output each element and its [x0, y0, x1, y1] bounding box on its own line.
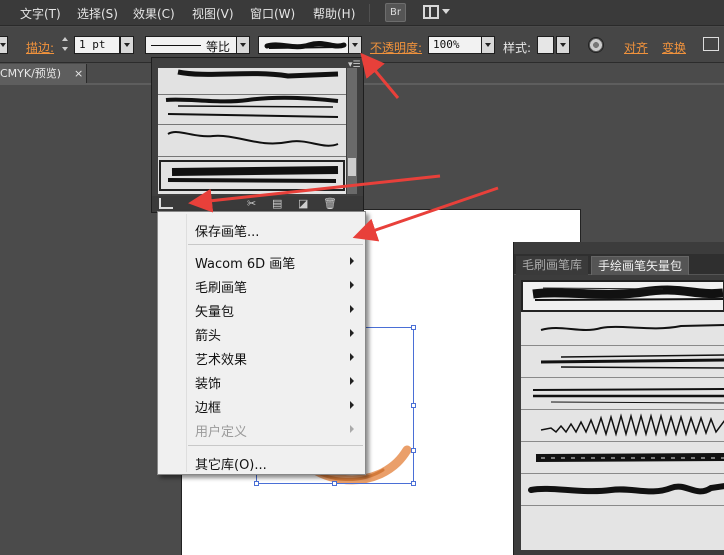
- library-brush-item[interactable]: [521, 474, 724, 506]
- stroke-weight-stepper[interactable]: [61, 36, 70, 54]
- resize-handle[interactable]: [411, 325, 416, 330]
- resize-handle[interactable]: [411, 481, 416, 486]
- menu-item-borders[interactable]: 边框: [195, 397, 221, 416]
- document-tab-label: CMYK/预览): [0, 67, 62, 80]
- menu-item-decorative[interactable]: 装饰: [195, 373, 221, 392]
- remove-stroke-icon[interactable]: ✂: [247, 197, 256, 210]
- chevron-right-icon: [350, 425, 354, 433]
- recolor-artwork-icon[interactable]: [588, 37, 604, 53]
- tab-hand-drawn-brush-pack[interactable]: 手绘画笔矢量包: [591, 256, 690, 275]
- close-icon[interactable]: ×: [74, 64, 83, 83]
- menu-item-artistic[interactable]: 艺术效果: [195, 349, 247, 368]
- selected-brush-item[interactable]: [159, 160, 345, 191]
- menu-divider: [369, 4, 370, 22]
- brush-preview: [532, 388, 724, 404]
- fill-dropdown[interactable]: [0, 36, 8, 54]
- brush-preview: [532, 285, 724, 301]
- row-divider: [158, 94, 346, 95]
- stroke-weight-dropdown[interactable]: [120, 36, 134, 54]
- brush-preview: [540, 324, 724, 331]
- brush-libraries-menu-icon[interactable]: [159, 198, 173, 209]
- bridge-button[interactable]: Br: [385, 3, 406, 22]
- scrollbar-thumb[interactable]: [348, 158, 356, 176]
- menu-item-arrows[interactable]: 箭头: [195, 325, 221, 344]
- options-icon[interactable]: ▤: [272, 197, 282, 210]
- brush-library-menu: 保存画笔... Wacom 6D 画笔 毛刷画笔 矢量包 箭头 艺术效果 装饰 …: [157, 211, 366, 475]
- brush-picker-panel: ▾☰ ✂ ▤ ◪ 🗑: [151, 57, 364, 213]
- arrange-documents-button[interactable]: [421, 3, 453, 22]
- library-brush-item[interactable]: [521, 378, 724, 410]
- menu-item-bristle-brushes[interactable]: 毛刷画笔: [195, 277, 247, 296]
- chevron-right-icon: [350, 305, 354, 313]
- row-divider: [158, 156, 346, 157]
- menu-bar: 文字(T) 选择(S) 效果(C) 视图(V) 窗口(W) 帮助(H) Br: [0, 0, 724, 26]
- menu-gutter: [186, 214, 187, 472]
- library-brush-list: [521, 280, 724, 550]
- menu-item-user-defined: 用户定义: [195, 425, 248, 440]
- variable-width-profile[interactable]: 等比: [145, 36, 249, 54]
- brush-picker-scrollbar[interactable]: [347, 68, 357, 194]
- layout-icon: [423, 5, 439, 19]
- menu-item-save-brushes[interactable]: 保存画笔...: [195, 221, 259, 240]
- document-tab[interactable]: CMYK/预览) ×: [0, 64, 87, 83]
- brush-preview: [528, 483, 724, 495]
- menu-view[interactable]: 视图(V): [192, 5, 234, 22]
- resize-handle[interactable]: [411, 403, 416, 408]
- chevron-down-icon: [442, 9, 450, 14]
- chevron-right-icon: [350, 353, 354, 361]
- library-tab-bar: 毛刷画笔库 手绘画笔矢量包: [514, 254, 724, 275]
- menu-separator: [188, 244, 363, 245]
- library-brush-item[interactable]: [521, 410, 724, 442]
- resize-handle[interactable]: [254, 481, 259, 486]
- transform-icon[interactable]: [703, 37, 719, 51]
- chevron-right-icon: [350, 281, 354, 289]
- library-brush-item[interactable]: [521, 346, 724, 378]
- opacity-label[interactable]: 不透明度:: [370, 39, 422, 56]
- row-divider: [158, 124, 346, 125]
- stroke-label[interactable]: 描边:: [26, 39, 54, 56]
- graphic-style-swatch[interactable]: [537, 36, 554, 54]
- chevron-right-icon: [350, 329, 354, 337]
- library-brush-item[interactable]: [521, 314, 724, 346]
- opacity-field[interactable]: 100%: [428, 36, 482, 54]
- tab-bristle-brush-library[interactable]: 毛刷画笔库: [516, 256, 589, 275]
- chevron-right-icon: [350, 257, 354, 265]
- menu-item-other-library[interactable]: 其它库(O)...: [195, 454, 267, 473]
- profile-line: [151, 45, 201, 46]
- delete-brush-icon[interactable]: 🗑: [323, 197, 337, 210]
- menu-help[interactable]: 帮助(H): [313, 5, 355, 22]
- brush-library-panel: 毛刷画笔库 手绘画笔矢量包: [513, 242, 724, 555]
- menu-select[interactable]: 选择(S): [77, 5, 118, 22]
- transform-link[interactable]: 变换: [662, 39, 686, 56]
- align-link[interactable]: 对齐: [624, 39, 648, 56]
- brush-picker-list: [158, 68, 346, 194]
- style-label: 样式:: [503, 41, 532, 55]
- chevron-right-icon: [350, 377, 354, 385]
- stroke-weight-field[interactable]: 1 pt: [74, 36, 120, 54]
- graphic-style-dropdown[interactable]: [556, 36, 570, 54]
- menu-window[interactable]: 窗口(W): [250, 5, 295, 22]
- brush-definition-dropdown[interactable]: [348, 36, 362, 54]
- menu-effect[interactable]: 效果(C): [133, 5, 175, 22]
- arrow-to-brush-dropdown: [360, 52, 400, 99]
- brush-definition-field[interactable]: [258, 36, 362, 54]
- resize-handle[interactable]: [332, 481, 337, 486]
- menu-separator: [188, 445, 363, 446]
- profile-label: 等比: [206, 40, 231, 54]
- opacity-dropdown[interactable]: [481, 36, 495, 54]
- brush-preview: [540, 354, 724, 369]
- chevron-right-icon: [350, 401, 354, 409]
- library-brush-item[interactable]: [521, 280, 724, 312]
- menu-item-vector-packs[interactable]: 矢量包: [195, 301, 234, 320]
- profile-dropdown[interactable]: [236, 36, 250, 54]
- library-brush-item[interactable]: [521, 442, 724, 474]
- brush-preview: [535, 453, 724, 462]
- menu-item-wacom-6d[interactable]: Wacom 6D 画笔: [195, 253, 295, 272]
- menu-type[interactable]: 文字(T): [20, 5, 61, 22]
- brush-preview: [540, 413, 724, 437]
- new-brush-icon[interactable]: ◪: [298, 197, 308, 210]
- resize-handle[interactable]: [411, 448, 416, 453]
